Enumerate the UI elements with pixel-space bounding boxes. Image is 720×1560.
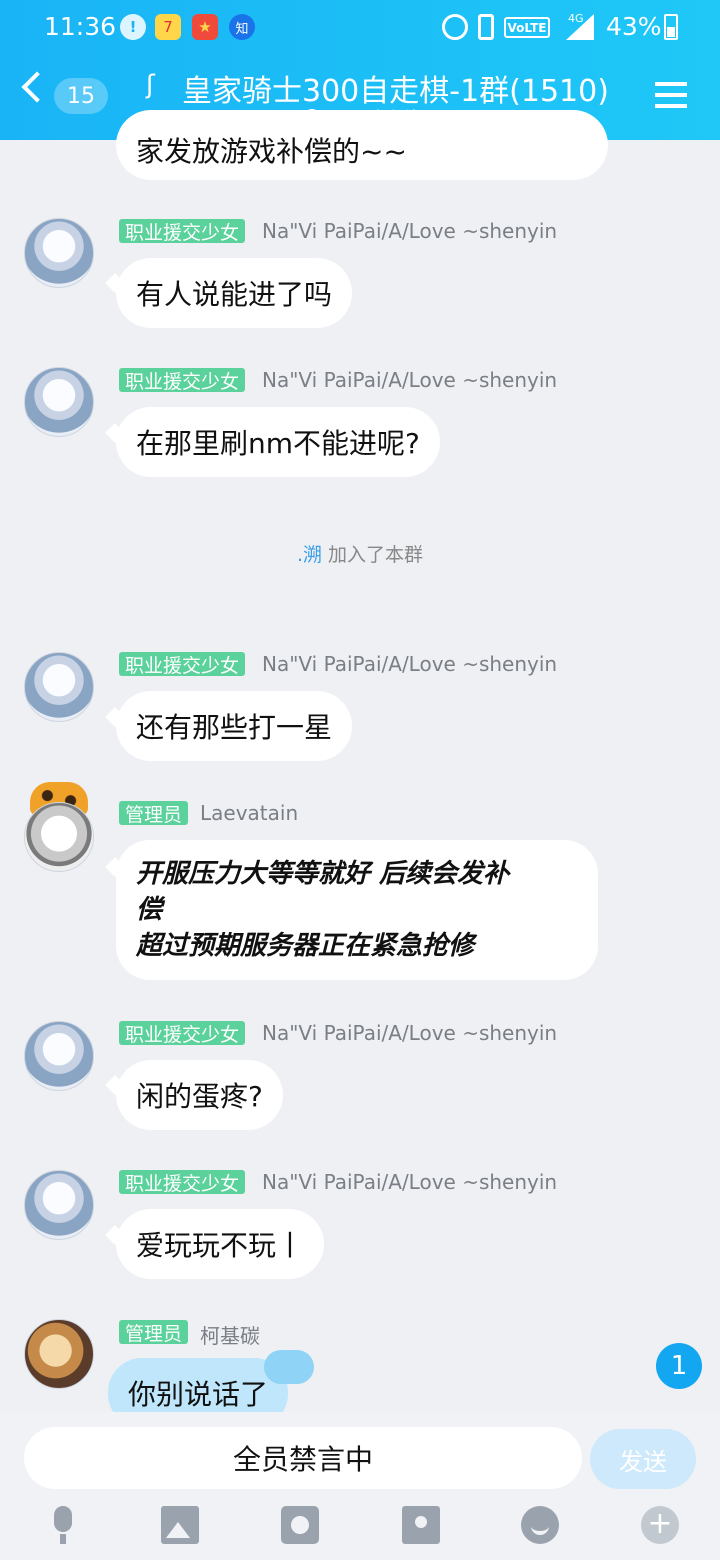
sender-nickname[interactable]: Na"Vi PaiPai/A/Love ~shenyin — [262, 1021, 557, 1045]
message-bubble[interactable]: 家发放游戏补偿的~~ — [116, 110, 608, 180]
avatar[interactable] — [24, 1021, 94, 1091]
signal-icon — [566, 14, 594, 40]
message-text: 家发放游戏补偿的~~ — [136, 135, 407, 168]
system-notice: .溯 加入了本群 — [0, 540, 720, 567]
avatar[interactable] — [24, 1170, 94, 1240]
menu-icon[interactable] — [655, 82, 687, 108]
sender-nickname[interactable]: Laevatain — [200, 801, 298, 825]
unread-chats-badge[interactable]: 15 — [54, 78, 108, 114]
member-title-tag: 职业援交少女 — [119, 1170, 246, 1195]
message-input[interactable]: 全员禁言中 — [24, 1427, 582, 1489]
emoji-icon[interactable] — [521, 1506, 559, 1544]
message-bubble[interactable]: 在那里刷nm不能进呢? — [116, 407, 440, 477]
avatar[interactable] — [24, 1319, 94, 1389]
back-arrow-icon[interactable] — [21, 71, 53, 103]
sender-nickname[interactable]: Na"Vi PaiPai/A/Love ~shenyin — [262, 652, 557, 676]
battery-percent: 43% — [606, 12, 662, 41]
sender-nickname[interactable]: Na"Vi PaiPai/A/Love ~shenyin — [262, 219, 557, 243]
message-bubble[interactable]: 闲的蛋疼? — [116, 1060, 283, 1130]
sender-nickname[interactable]: 柯基碳 — [200, 1320, 260, 1349]
message-text-line: 开服压力大等等就好 后续会发补 — [136, 859, 510, 889]
zhihu-icon: 知 — [229, 14, 255, 40]
message-text-line: 超过预期服务器正在紧急抢修 — [136, 931, 475, 961]
camera-icon[interactable] — [281, 1506, 319, 1544]
battery-icon — [664, 14, 678, 40]
alarm-icon — [442, 14, 468, 40]
system-notice-text: 加入了本群 — [322, 544, 424, 566]
message-text: 有人说能进了吗 — [136, 278, 333, 311]
app-notification-icon: 7 — [155, 14, 181, 40]
status-time: 11:36 — [44, 12, 117, 41]
message-text: 你别说话了 — [128, 1378, 269, 1411]
avatar[interactable] — [24, 802, 94, 872]
mic-icon[interactable] — [44, 1506, 82, 1544]
member-title-tag: 职业援交少女 — [119, 219, 246, 244]
new-member-name[interactable]: .溯 — [297, 544, 322, 566]
message-text: 还有那些打一星 — [136, 711, 333, 744]
message-text: 闲的蛋疼? — [136, 1080, 263, 1113]
volte-icon: VoLTE — [504, 17, 550, 38]
member-title-tag: 职业援交少女 — [119, 1021, 246, 1046]
admin-tag: 管理员 — [119, 801, 189, 826]
avatar[interactable] — [24, 652, 94, 722]
avatar[interactable] — [24, 367, 94, 437]
earpiece-icon[interactable]: ʃ — [146, 70, 155, 100]
member-title-tag: 职业援交少女 — [119, 368, 246, 393]
avatar[interactable] — [24, 218, 94, 288]
sender-nickname[interactable]: Na"Vi PaiPai/A/Love ~shenyin — [262, 368, 557, 392]
message-bubble[interactable]: 爱玩玩不玩丨 — [116, 1209, 325, 1279]
new-message-badge[interactable]: 1 — [656, 1343, 702, 1389]
plus-icon[interactable]: + — [641, 1506, 679, 1544]
status-bar: 11:36 ! 7 ★ 知 VoLTE 4G 43% — [0, 0, 720, 56]
game-notification-icon: ★ — [192, 14, 218, 40]
vibrate-icon — [478, 14, 494, 40]
message-bubble[interactable]: 还有那些打一星 — [116, 691, 353, 761]
message-bubble[interactable]: 开服压力大等等就好 后续会发补 偿 超过预期服务器正在紧急抢修 — [116, 840, 598, 980]
sender-nickname[interactable]: Na"Vi PaiPai/A/Love ~shenyin — [262, 1170, 557, 1194]
image-icon[interactable] — [161, 1506, 199, 1544]
send-button[interactable]: 发送 — [590, 1429, 696, 1489]
hippo-bubble-decoration — [264, 1350, 314, 1384]
message-text: 爱玩玩不玩丨 — [136, 1229, 305, 1262]
member-title-tag: 职业援交少女 — [119, 652, 246, 677]
message-text-line: 偿 — [136, 895, 163, 925]
alert-icon: ! — [120, 14, 146, 40]
admin-tag: 管理员 — [119, 1320, 189, 1345]
message-text: 在那里刷nm不能进呢? — [136, 427, 420, 460]
message-bubble[interactable]: 有人说能进了吗 — [116, 258, 353, 328]
red-packet-icon[interactable] — [402, 1506, 440, 1544]
